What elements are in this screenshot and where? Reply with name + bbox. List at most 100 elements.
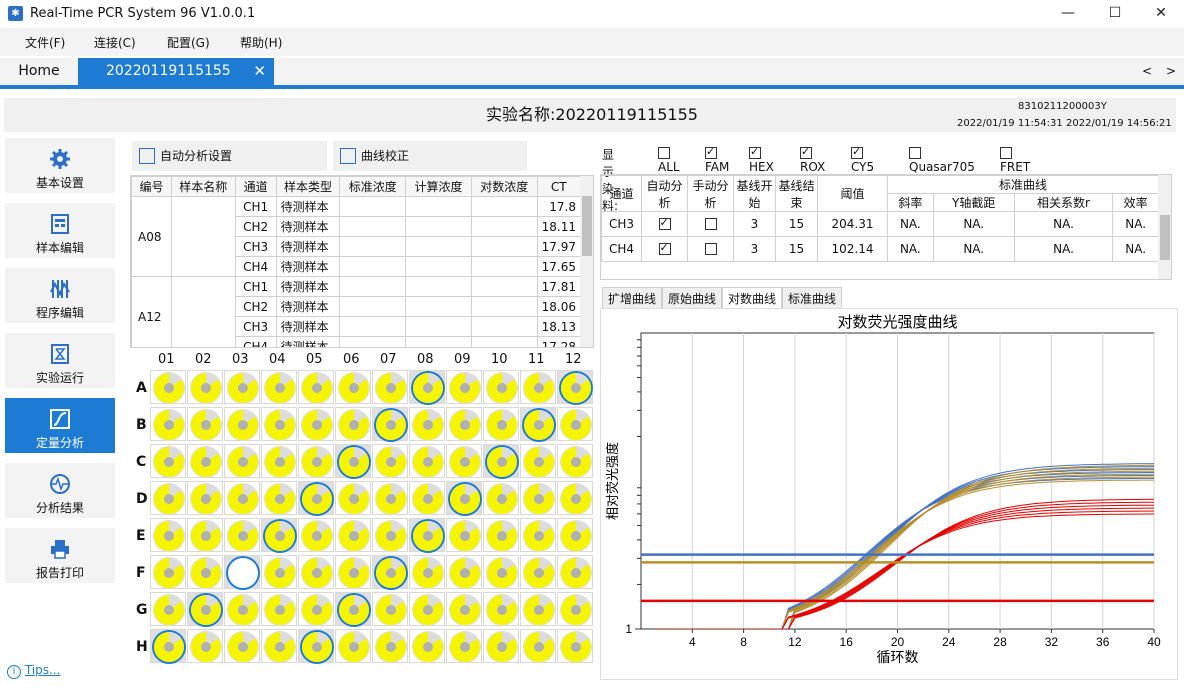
plate-well[interactable]	[483, 370, 519, 404]
plate-row-label[interactable]: G	[136, 602, 148, 618]
plate-well[interactable]	[298, 444, 334, 478]
plate-well[interactable]	[187, 555, 223, 589]
plate-well[interactable]	[557, 481, 593, 515]
plate-well[interactable]	[520, 444, 556, 478]
plate-well[interactable]	[224, 407, 260, 441]
plate-well[interactable]	[372, 481, 408, 515]
plate-row-label[interactable]: B	[136, 417, 147, 433]
plate-well[interactable]	[446, 592, 482, 626]
plate-well[interactable]	[298, 555, 334, 589]
checkbox-icon[interactable]	[909, 147, 921, 159]
plate-well[interactable]	[261, 555, 297, 589]
table-row[interactable]: CH4315102.14NA.NA.NA.NA.	[601, 236, 1159, 262]
plate-well[interactable]	[372, 518, 408, 552]
plate-well[interactable]	[409, 481, 445, 515]
plate-row-label[interactable]: A	[136, 380, 147, 396]
plate-well[interactable]	[224, 555, 260, 589]
sidebar-item-run[interactable]: 实验运行	[5, 333, 115, 388]
plate-column-label[interactable]: 05	[306, 352, 323, 367]
chart-tab[interactable]: 扩增曲线	[602, 287, 663, 309]
dye-checkbox-all[interactable]: ALL	[658, 146, 680, 174]
plate-column-label[interactable]: 03	[232, 352, 249, 367]
plate-well[interactable]	[335, 592, 371, 626]
plate-well[interactable]	[372, 629, 408, 663]
plate-well[interactable]	[520, 407, 556, 441]
plate-well[interactable]	[483, 629, 519, 663]
plate-well[interactable]	[224, 481, 260, 515]
plate-well[interactable]	[261, 444, 297, 478]
checkbox-icon[interactable]	[749, 145, 761, 159]
dye-checkbox-hex[interactable]: HEX	[749, 145, 774, 174]
sample-table-header[interactable]: 通道	[234, 176, 277, 197]
plate-well[interactable]	[261, 481, 297, 515]
checkbox-icon[interactable]	[800, 145, 812, 159]
maximize-button[interactable]: ☐	[1092, 0, 1138, 28]
sidebar-item-results[interactable]: 分析结果	[5, 463, 115, 518]
plate-row-label[interactable]: D	[136, 491, 148, 507]
plate-well[interactable]	[298, 407, 334, 441]
checkbox-icon[interactable]	[658, 216, 671, 230]
plate-column-label[interactable]: 06	[343, 352, 360, 367]
menu-help[interactable]: 帮助(H)	[240, 34, 282, 51]
plate-well[interactable]	[483, 555, 519, 589]
sidebar-item-report-print[interactable]: 报告打印	[5, 528, 115, 583]
plate-well[interactable]	[150, 481, 186, 515]
dye-checkbox-quasar705[interactable]: Quasar705	[909, 146, 975, 174]
plate-well[interactable]	[335, 444, 371, 478]
dye-checkbox-cy5[interactable]: CY5	[851, 145, 874, 174]
plate-well[interactable]	[187, 370, 223, 404]
plate-well[interactable]	[409, 592, 445, 626]
plate-well[interactable]	[409, 370, 445, 404]
plate-well[interactable]	[557, 407, 593, 441]
plate-well[interactable]	[187, 518, 223, 552]
plate-well[interactable]	[372, 592, 408, 626]
dye-checkbox-rox[interactable]: ROX	[800, 145, 825, 174]
table-row[interactable]: A12 CH1 待测样本 17.81	[131, 276, 582, 347]
tab-experiment[interactable]: 20220119115155 ✕	[78, 58, 274, 85]
tab-next-button[interactable]: >	[1166, 58, 1176, 85]
plate-well[interactable]	[261, 407, 297, 441]
sample-table-header[interactable]: CT	[536, 176, 582, 197]
plate-well[interactable]	[187, 481, 223, 515]
plate-well[interactable]	[335, 481, 371, 515]
menu-connect[interactable]: 连接(C)	[94, 34, 136, 51]
plate-well[interactable]	[335, 629, 371, 663]
plate-well[interactable]	[372, 444, 408, 478]
curve-calibration-button[interactable]: 曲线校正	[333, 141, 527, 171]
plate-well[interactable]	[150, 518, 186, 552]
manual-checkbox-cell[interactable]	[687, 211, 734, 237]
plate-well[interactable]	[557, 592, 593, 626]
plate-well[interactable]	[446, 444, 482, 478]
plate-well[interactable]	[335, 407, 371, 441]
table-row[interactable]: A08 CH1 待测样本 17.8	[131, 196, 582, 277]
scrollbar-thumb[interactable]	[582, 196, 592, 256]
checkbox-icon[interactable]	[851, 145, 863, 159]
plate-well[interactable]	[409, 444, 445, 478]
plate-column-label[interactable]: 02	[195, 352, 212, 367]
sample-table-header[interactable]: 样本名称	[170, 176, 236, 197]
tab-home[interactable]: Home	[0, 58, 78, 85]
tab-close-icon[interactable]: ✕	[253, 58, 266, 85]
plate-well[interactable]	[446, 629, 482, 663]
chart-tab[interactable]: 对数曲线	[722, 287, 783, 309]
result-table-scrollbar[interactable]	[1158, 175, 1171, 279]
plate-well[interactable]	[298, 370, 334, 404]
auto-analysis-button[interactable]: 自动分析设置	[132, 141, 327, 171]
plate-well[interactable]	[187, 444, 223, 478]
plate-well[interactable]	[150, 555, 186, 589]
checkbox-icon[interactable]	[704, 243, 717, 255]
tips-link[interactable]: i Tips...	[7, 663, 60, 679]
checkbox-icon[interactable]	[705, 145, 717, 159]
plate-well[interactable]	[483, 407, 519, 441]
menu-file[interactable]: 文件(F)	[25, 34, 65, 51]
plate-well[interactable]	[483, 518, 519, 552]
plate-well[interactable]	[557, 518, 593, 552]
tab-prev-button[interactable]: <	[1142, 58, 1152, 85]
plate-row-label[interactable]: F	[136, 565, 146, 581]
plate-well[interactable]	[224, 444, 260, 478]
plate-well[interactable]	[298, 518, 334, 552]
dye-checkbox-fam[interactable]: FAM	[705, 145, 729, 174]
sample-table-header[interactable]: 样本类型	[275, 176, 341, 197]
auto-checkbox-cell[interactable]	[641, 211, 688, 237]
plate-well[interactable]	[446, 555, 482, 589]
